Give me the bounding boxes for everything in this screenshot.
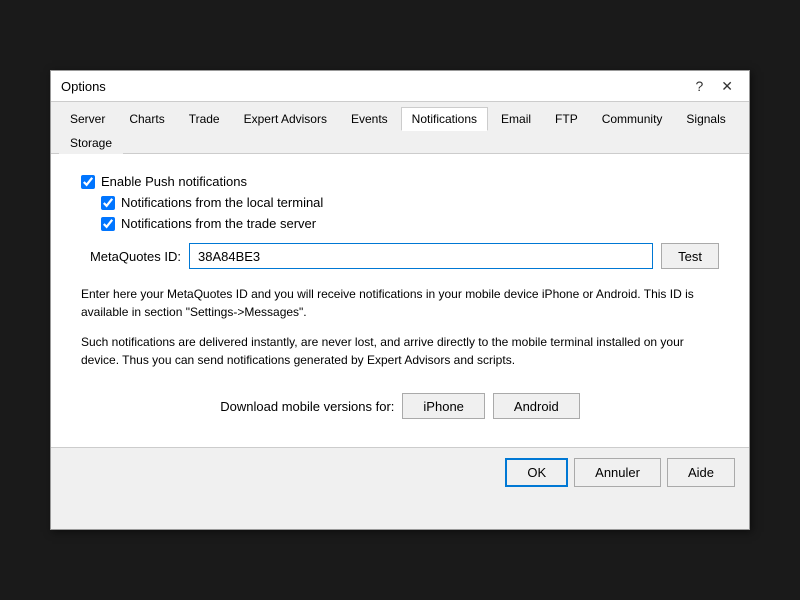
trade-server-label: Notifications from the trade server	[121, 216, 316, 231]
title-bar-controls: ? ✕	[689, 77, 739, 95]
footer: OK Annuler Aide	[51, 447, 749, 497]
cancel-button[interactable]: Annuler	[574, 458, 661, 487]
help-footer-button[interactable]: Aide	[667, 458, 735, 487]
tab-server[interactable]: Server	[59, 107, 116, 131]
tab-ftp[interactable]: FTP	[544, 107, 589, 131]
metaquotes-label: MetaQuotes ID:	[81, 249, 181, 264]
download-label: Download mobile versions for:	[220, 399, 394, 414]
local-terminal-checkbox[interactable]	[101, 196, 115, 210]
metaquotes-row: MetaQuotes ID: Test	[81, 243, 719, 269]
local-terminal-row: Notifications from the local terminal	[101, 195, 719, 210]
close-button[interactable]: ✕	[715, 77, 739, 95]
tab-notifications[interactable]: Notifications	[401, 107, 488, 131]
tab-storage[interactable]: Storage	[59, 131, 123, 154]
metaquotes-input[interactable]	[189, 243, 653, 269]
trade-server-row: Notifications from the trade server	[101, 216, 719, 231]
test-button[interactable]: Test	[661, 243, 719, 269]
tab-expert-advisors[interactable]: Expert Advisors	[233, 107, 338, 131]
tab-email[interactable]: Email	[490, 107, 542, 131]
tab-charts[interactable]: Charts	[118, 107, 175, 131]
tab-community[interactable]: Community	[591, 107, 674, 131]
help-button[interactable]: ?	[689, 77, 709, 95]
enable-push-label: Enable Push notifications	[101, 174, 247, 189]
trade-server-checkbox[interactable]	[101, 217, 115, 231]
title-bar: Options ? ✕	[51, 71, 749, 102]
info-text-2: Such notifications are delivered instant…	[81, 333, 719, 369]
iphone-button[interactable]: iPhone	[402, 393, 484, 419]
info-text-1: Enter here your MetaQuotes ID and you wi…	[81, 285, 719, 321]
android-button[interactable]: Android	[493, 393, 580, 419]
local-terminal-label: Notifications from the local terminal	[121, 195, 323, 210]
tab-signals[interactable]: Signals	[675, 107, 736, 131]
tab-events[interactable]: Events	[340, 107, 399, 131]
options-window: Options ? ✕ Server Charts Trade Expert A…	[50, 70, 750, 530]
checkbox-group: Enable Push notifications Notifications …	[81, 174, 719, 231]
download-row: Download mobile versions for: iPhone And…	[81, 393, 719, 419]
window-title: Options	[61, 79, 106, 94]
content-area: Enable Push notifications Notifications …	[51, 154, 749, 447]
tab-trade[interactable]: Trade	[178, 107, 231, 131]
enable-push-row: Enable Push notifications	[81, 174, 719, 189]
enable-push-checkbox[interactable]	[81, 175, 95, 189]
ok-button[interactable]: OK	[505, 458, 568, 487]
tab-bar: Server Charts Trade Expert Advisors Even…	[51, 102, 749, 154]
